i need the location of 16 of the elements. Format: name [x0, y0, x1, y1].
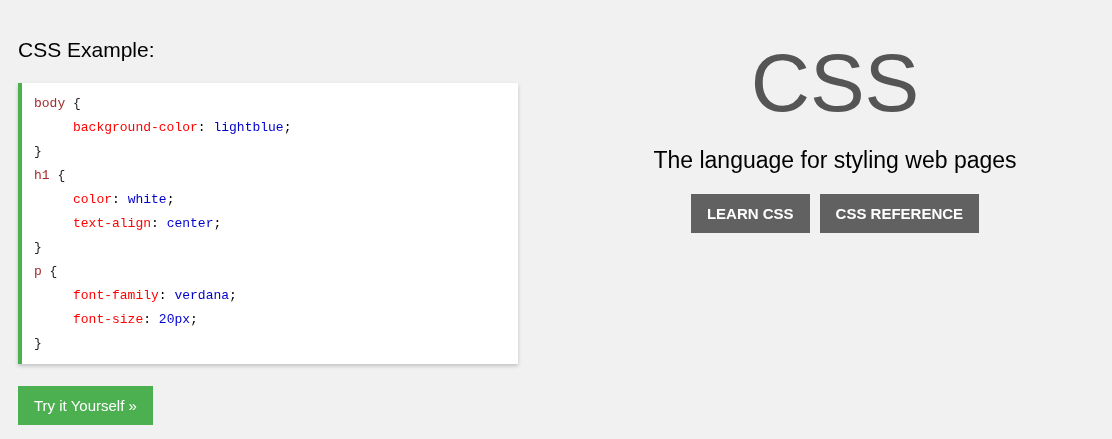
code-line: font-family: verdana; — [72, 287, 238, 305]
hero-subtitle: The language for styling web pages — [653, 146, 1017, 175]
hero-title: CSS — [750, 38, 920, 128]
link-button[interactable]: LEARN CSS — [690, 194, 810, 233]
example-heading: CSS Example: — [18, 38, 155, 62]
code-line: } — [34, 335, 43, 353]
code-line: } — [34, 239, 43, 257]
code-line: color: white; — [72, 191, 176, 209]
code-line: body { — [34, 95, 82, 113]
code-line: h1 { — [34, 167, 67, 185]
link-button[interactable]: CSS REFERENCE — [819, 194, 980, 233]
code-line: text-align: center; — [72, 215, 223, 233]
code-line: font-size: 20px; — [72, 311, 199, 329]
code-line: background-color: lightblue; — [72, 119, 293, 137]
code-line: } — [34, 143, 43, 161]
code-line: p { — [34, 263, 59, 281]
